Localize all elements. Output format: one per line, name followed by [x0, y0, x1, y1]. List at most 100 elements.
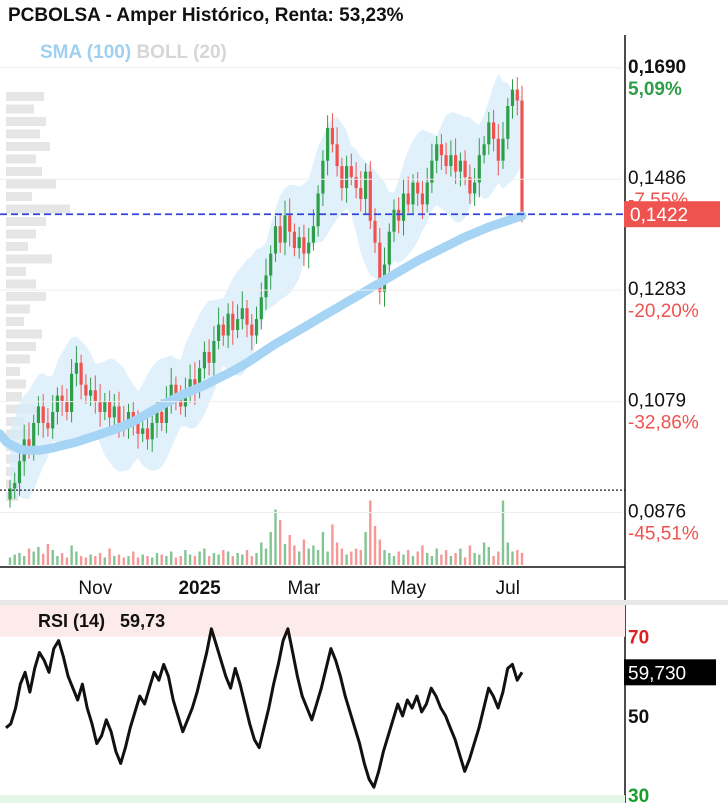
- volume-bar: [293, 545, 296, 565]
- volume-profile-bar: [6, 304, 30, 314]
- candle-body: [13, 483, 17, 489]
- volume-bar: [203, 548, 206, 565]
- candle-body: [217, 324, 221, 341]
- volume-bar: [65, 557, 69, 565]
- candle-body: [84, 384, 88, 396]
- volume-profile-bar: [6, 317, 24, 326]
- volume-bar: [174, 557, 178, 565]
- rsi-oversold-zone: [0, 795, 625, 803]
- candle-body: [506, 106, 510, 139]
- volume-bar: [184, 550, 187, 565]
- candle-body: [401, 193, 406, 221]
- volume-bar: [435, 548, 438, 565]
- candle-body: [70, 373, 74, 412]
- volume-profile-bar: [6, 354, 30, 364]
- volume-bar: [388, 553, 391, 565]
- volume-bar: [250, 556, 253, 565]
- volume-bar: [463, 557, 467, 565]
- volume-bar: [264, 548, 268, 565]
- candle-body: [316, 193, 320, 227]
- volume-bar: [117, 554, 121, 565]
- candle-body: [411, 182, 415, 205]
- volume-profile-bar: [6, 104, 34, 114]
- volume-bar: [506, 542, 509, 565]
- candle-body: [141, 428, 145, 434]
- volume-bar: [350, 551, 353, 565]
- candle-body: [406, 193, 410, 205]
- price-level-label: 0,1079: [628, 391, 686, 412]
- candle-body: [273, 226, 278, 254]
- candle-body: [36, 406, 40, 423]
- volume-bar: [260, 542, 263, 565]
- volume-bar: [397, 551, 400, 565]
- candle-body: [345, 166, 349, 188]
- volume-profile-bar: [6, 192, 32, 201]
- candle-body: [458, 160, 462, 172]
- candle-body: [321, 160, 325, 194]
- volume-bar: [165, 556, 168, 565]
- x-axis-label: Nov: [78, 578, 112, 599]
- volume-bar: [151, 557, 154, 565]
- candle-body: [477, 155, 481, 183]
- volume-profile-bar: [6, 392, 22, 401]
- volume-bar: [193, 556, 197, 565]
- candle-body: [349, 166, 353, 177]
- rsi-legend: RSI (14) 59,73: [38, 611, 165, 632]
- volume-bar: [94, 556, 97, 565]
- volume-bar: [70, 545, 73, 565]
- candle-body: [207, 351, 211, 363]
- chart-stage: PCBOLSA - Amper Histórico, Renta: 53,23%…: [0, 0, 728, 808]
- candle-body: [98, 401, 102, 412]
- price-level-pct: 5,09%: [628, 79, 682, 100]
- volume-bar: [449, 556, 453, 565]
- volume-bar: [155, 553, 159, 565]
- candle-body: [392, 209, 396, 232]
- volume-bar: [316, 550, 320, 565]
- volume-bar: [279, 520, 282, 565]
- rsi-level-label: 30: [628, 786, 649, 807]
- candle-body: [444, 155, 448, 167]
- candle-body: [89, 390, 93, 396]
- last-price-label: 0,1422: [630, 205, 688, 226]
- volume-profile-bar: [6, 267, 26, 276]
- candle-body: [326, 127, 330, 161]
- volume-bar: [46, 544, 50, 565]
- candle-body: [202, 351, 206, 369]
- candle-body: [17, 461, 22, 484]
- candle-body: [492, 122, 496, 139]
- volume-bar: [482, 542, 486, 565]
- price-level-label: 0,1486: [628, 168, 686, 189]
- candle-body: [55, 395, 59, 412]
- candle-body: [288, 215, 292, 232]
- volume-bar: [136, 557, 140, 565]
- volume-bar: [416, 551, 419, 565]
- volume-bar: [444, 550, 448, 565]
- rsi-last-label: 59,730: [628, 663, 686, 684]
- volume-bar: [298, 551, 301, 565]
- volume-bar: [198, 551, 201, 565]
- candle-body: [463, 160, 467, 178]
- volume-bar: [378, 539, 381, 565]
- candle-body: [292, 231, 296, 249]
- candle-body: [311, 226, 315, 243]
- rsi-line: [5, 627, 524, 789]
- candle-body: [501, 138, 505, 161]
- volume-profile-bar: [6, 92, 44, 101]
- candle-body: [46, 422, 50, 429]
- candle-body: [160, 412, 164, 423]
- candle-body: [112, 406, 116, 418]
- pane-separator: [0, 600, 728, 605]
- volume-bar: [27, 548, 31, 565]
- volume-bar: [222, 550, 225, 565]
- volume-bar: [411, 556, 415, 565]
- candle-body: [74, 362, 78, 374]
- volume-bar: [274, 509, 277, 565]
- volume-bar: [430, 556, 434, 565]
- volume-bar: [60, 553, 64, 565]
- candle-body: [397, 209, 401, 221]
- candle-body: [150, 422, 154, 440]
- volume-bar: [141, 554, 144, 565]
- volume-bar: [146, 556, 149, 565]
- candle-body: [482, 144, 486, 156]
- volume-bar: [127, 556, 130, 565]
